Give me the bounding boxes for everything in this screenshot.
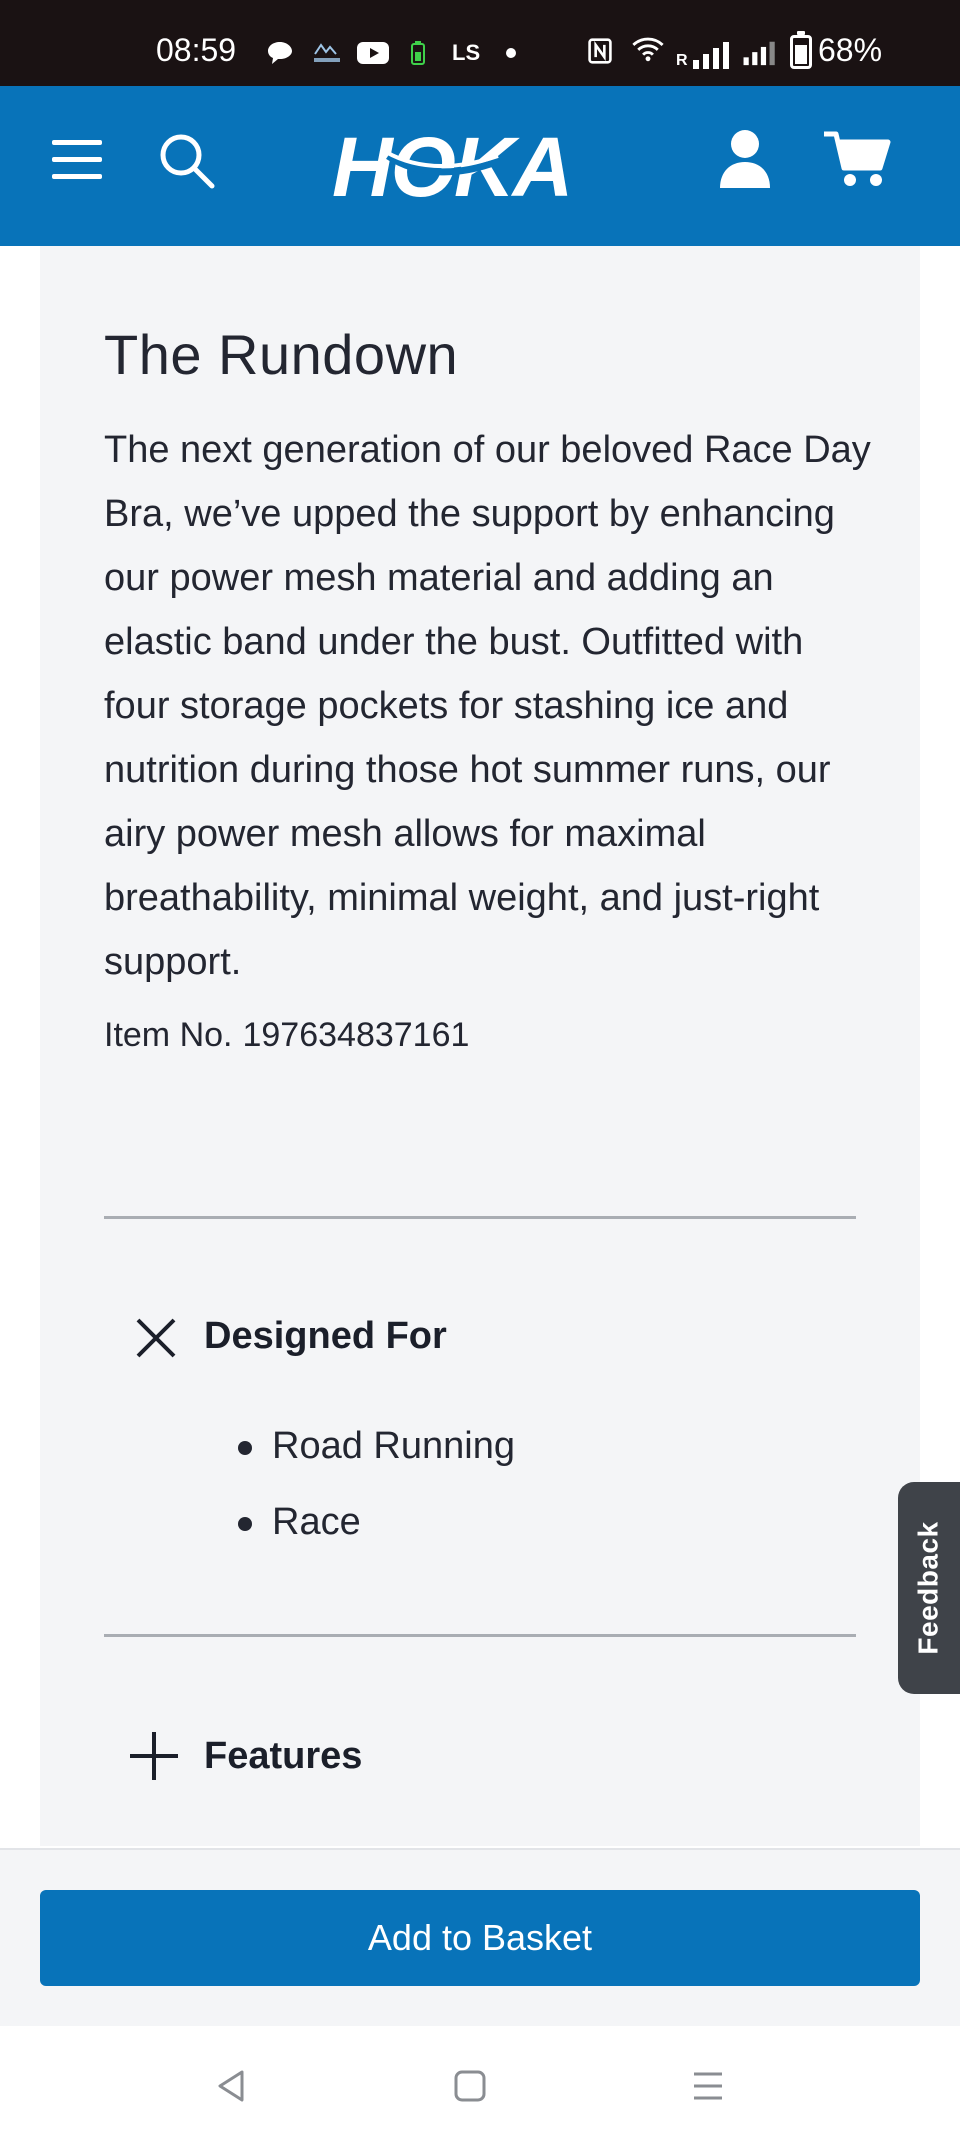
battery-icon <box>790 31 812 69</box>
battery-saver-icon <box>411 41 425 65</box>
plus-icon[interactable] <box>104 1716 204 1796</box>
designed-for-list: Road Running Race <box>236 1408 515 1560</box>
battery-percent: 68% <box>818 32 883 68</box>
ls-app-icon: LS <box>452 40 481 65</box>
item-number-value: 197634837161 <box>242 1016 470 1054</box>
list-item: Race <box>236 1484 515 1560</box>
battery-level-fill <box>795 44 807 64</box>
feedback-tab[interactable]: Feedback <box>898 1482 960 1694</box>
product-description: The next generation of our beloved Race … <box>104 429 871 983</box>
home-icon[interactable] <box>440 2056 500 2116</box>
signal-roaming-icon: R <box>676 40 732 70</box>
close-icon[interactable] <box>104 1296 204 1376</box>
status-bar: 08:59 LS R 68% <box>0 0 960 86</box>
accordion-features[interactable]: Features <box>104 1716 856 1796</box>
list-item: Road Running <box>236 1408 515 1484</box>
add-to-basket-button[interactable]: Add to Basket <box>40 1890 920 1986</box>
divider <box>104 1634 856 1637</box>
signal-icon <box>743 41 775 66</box>
divider <box>104 1216 856 1219</box>
brand-logo[interactable]: HOKA <box>328 126 608 206</box>
roaming-label: R <box>676 52 688 69</box>
status-time: 08:59 <box>156 32 237 68</box>
accordion-label: Designed For <box>204 1314 447 1357</box>
system-nav-bar <box>0 2026 960 2144</box>
site-header: HOKA <box>0 86 960 246</box>
accordion-designed-for[interactable]: Designed For <box>104 1296 856 1376</box>
account-icon[interactable] <box>718 128 772 190</box>
item-number-label: Item No. <box>104 1016 233 1054</box>
recents-icon[interactable] <box>678 2056 738 2116</box>
cart-icon[interactable] <box>822 128 892 190</box>
dot-icon <box>506 48 516 58</box>
chat-bubble-icon <box>268 42 292 64</box>
section-title: The Rundown <box>104 323 459 386</box>
menu-icon[interactable] <box>50 136 104 184</box>
back-icon[interactable] <box>202 2056 262 2116</box>
nfc-icon <box>588 38 612 64</box>
avarn-app-icon <box>314 43 340 62</box>
search-icon[interactable] <box>158 132 216 190</box>
item-number: Item No. 197634837161 <box>104 1016 469 1055</box>
accordion-label: Features <box>204 1734 363 1777</box>
feedback-label: Feedback <box>913 1521 945 1655</box>
youtube-icon <box>357 42 389 64</box>
wifi-icon <box>632 37 664 62</box>
